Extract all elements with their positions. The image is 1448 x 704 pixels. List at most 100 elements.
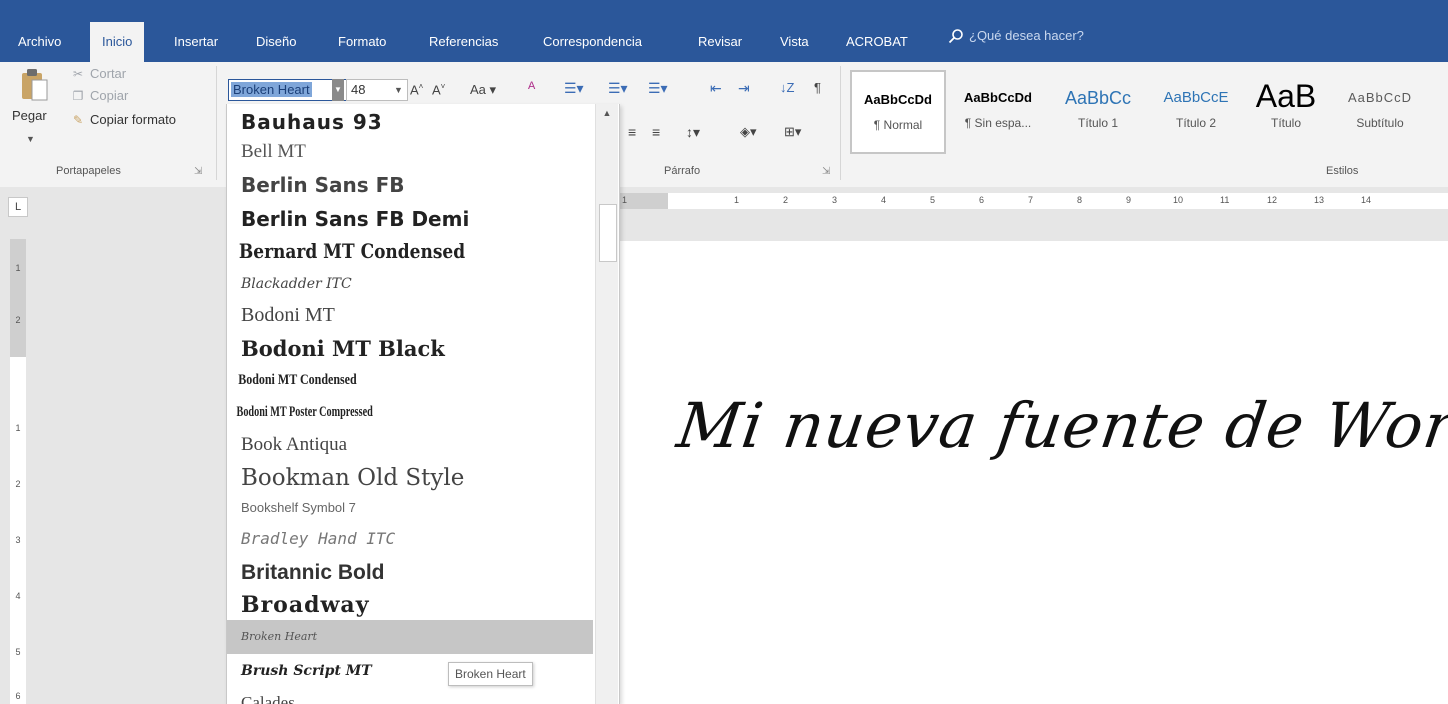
format-painter-button[interactable]: ✎ Copiar formato — [70, 112, 176, 127]
style-preview: AaBbCcE — [1163, 89, 1229, 106]
font-item[interactable]: Bernard MT Condensed — [227, 236, 538, 266]
font-item[interactable]: Bauhaus 93 — [227, 108, 593, 136]
chevron-down-icon[interactable]: ▼ — [26, 134, 35, 144]
group-separator — [840, 66, 841, 180]
borders-icon[interactable]: ⊞▾ — [784, 124, 801, 140]
clear-formatting-icon[interactable]: ᴬ — [528, 80, 535, 98]
style-preview: AaBbCcD — [1347, 90, 1413, 105]
font-name-dropdown-arrow[interactable]: ▼ — [332, 79, 344, 101]
align-center-icon[interactable]: ≡ — [628, 124, 636, 140]
font-item[interactable]: Bookshelf Symbol 7 — [227, 496, 593, 520]
ruler-tick: 1 — [15, 423, 21, 433]
font-name-combobox[interactable]: Broken Heart — [228, 79, 348, 101]
style-preview: AaBbCc — [1064, 88, 1132, 108]
sort-icon[interactable]: ↓Z — [780, 80, 794, 95]
paintbrush-icon: ✎ — [72, 113, 84, 127]
font-item[interactable]: Book Antiqua — [227, 430, 593, 460]
numbering-icon[interactable]: ☰▾ — [608, 80, 628, 97]
format-painter-label: Copiar formato — [90, 112, 176, 127]
font-name-value: Broken Heart — [231, 82, 312, 97]
font-item[interactable]: Bradley Hand ITC — [227, 524, 593, 554]
cut-label: Cortar — [90, 66, 127, 81]
tab-vista[interactable]: Vista — [780, 26, 809, 62]
font-item[interactable]: Broadway — [227, 590, 593, 620]
tab-referencias[interactable]: Referencias — [429, 26, 498, 62]
copy-label: Copiar — [90, 88, 129, 103]
style-name: Subtítulo — [1356, 116, 1404, 130]
font-item[interactable]: Berlin Sans FB Demi — [227, 204, 593, 234]
font-item[interactable]: Brush Script MT — [227, 656, 447, 686]
clipboard-group-label: Portapapeles — [56, 165, 121, 177]
ruler-tick: 2 — [783, 195, 789, 205]
font-item[interactable]: Blackadder ITC — [227, 270, 593, 298]
document-page[interactable]: Mi nueva fuente de Word — [618, 241, 1448, 704]
scissors-icon: ✂ — [72, 67, 84, 81]
cut-button[interactable]: ✂ Cortar — [70, 66, 126, 81]
pilcrow-icon[interactable]: ¶ — [814, 80, 821, 95]
increase-indent-icon[interactable]: ⇥ — [738, 80, 750, 97]
ruler-tick: 5 — [930, 195, 936, 205]
font-size-dropdown-arrow[interactable]: ▼ — [394, 79, 403, 101]
tab-acrobat[interactable]: ACROBAT — [846, 26, 908, 62]
document-text[interactable]: Mi nueva fuente de Word — [673, 389, 1448, 462]
font-item[interactable]: Berlin Sans FB — [227, 170, 593, 200]
tab-archivo[interactable]: Archivo — [18, 26, 61, 62]
font-item[interactable]: Bookman Old Style — [227, 462, 593, 494]
style-preview: AaBbCcDd — [864, 92, 932, 107]
font-item[interactable]: Bodoni MT Black — [227, 334, 593, 364]
ruler-tick: 5 — [15, 647, 21, 657]
font-item-highlighted[interactable]: Broken Heart — [227, 620, 593, 654]
search-placeholder: ¿Qué desea hacer? — [969, 28, 1084, 43]
style-preview: AaB — [1255, 78, 1317, 114]
style-subtitulo[interactable]: AaBbCcD Subtítulo — [1332, 70, 1428, 150]
document-area: Mi nueva fuente de Word — [618, 217, 1448, 704]
tab-correspondencia[interactable]: Correspondencia — [543, 26, 642, 62]
grow-font-icon[interactable]: A˄ — [410, 82, 423, 97]
scrollbar-thumb[interactable] — [599, 204, 617, 262]
font-item[interactable]: Bell MT — [227, 138, 593, 166]
tab-revisar[interactable]: Revisar — [698, 26, 742, 62]
font-size-value: 48 — [351, 82, 366, 97]
shading-icon[interactable]: ◈▾ — [740, 124, 757, 140]
tab-selector[interactable]: L — [8, 197, 28, 217]
font-list-scrollbar[interactable]: ▲ — [595, 104, 618, 704]
style-sin-espaciado[interactable]: AaBbCcDd ¶ Sin espa... — [950, 70, 1046, 150]
styles-gallery: AaBbCcDd ¶ Normal AaBbCcDd ¶ Sin espa...… — [846, 70, 1448, 154]
style-titulo-1[interactable]: AaBbCc Título 1 — [1052, 70, 1144, 150]
ruler-tick: 10 — [1173, 195, 1184, 205]
multilevel-list-icon[interactable]: ☰▾ — [648, 80, 668, 97]
shrink-font-icon[interactable]: A˅ — [432, 82, 445, 97]
font-item[interactable]: Calades — [227, 690, 593, 704]
font-item[interactable]: Bodoni MT Poster Compressed — [227, 398, 476, 426]
ruler-tick: 3 — [832, 195, 838, 205]
font-item[interactable]: Bodoni MT Condensed — [227, 366, 520, 394]
ruler-tick: 14 — [1361, 195, 1372, 205]
ruler-tick: 9 — [1126, 195, 1132, 205]
decrease-indent-icon[interactable]: ⇤ — [710, 80, 722, 97]
style-titulo-2[interactable]: AaBbCcE Título 2 — [1152, 70, 1240, 150]
dialog-launcher-icon[interactable]: ⇲ — [822, 166, 830, 177]
vertical-ruler[interactable]: 1 2 1 2 3 4 5 6 — [10, 239, 26, 704]
scroll-up-arrow-icon[interactable]: ▲ — [596, 108, 618, 118]
ruler-tick: 13 — [1314, 195, 1325, 205]
tab-insertar[interactable]: Insertar — [174, 26, 218, 62]
font-item[interactable]: Bodoni MT — [227, 300, 593, 330]
tab-inicio[interactable]: Inicio — [90, 22, 145, 62]
line-spacing-icon[interactable]: ↕▾ — [686, 124, 700, 141]
ruler-tick: 2 — [15, 315, 21, 325]
font-item[interactable]: Britannic Bold — [227, 558, 593, 588]
paste-label: Pegar — [12, 108, 47, 123]
paste-button[interactable]: Pegar ▼ — [12, 66, 58, 154]
copy-button[interactable]: ❐ Copiar — [70, 88, 129, 103]
change-case-icon[interactable]: Aa ▾ — [470, 82, 496, 98]
align-justify-icon[interactable]: ≡ — [652, 124, 660, 140]
horizontal-ruler[interactable]: 1 1 2 3 4 5 6 7 8 9 10 11 12 13 14 — [618, 187, 1448, 217]
style-normal[interactable]: AaBbCcDd ¶ Normal — [850, 70, 946, 154]
dialog-launcher-icon[interactable]: ⇲ — [194, 166, 202, 177]
tell-me-search[interactable]: ¿Qué desea hacer? — [948, 28, 1084, 44]
ruler-tick: 8 — [1077, 195, 1083, 205]
bullets-icon[interactable]: ☰▾ — [564, 80, 584, 97]
style-titulo[interactable]: AaB Título — [1244, 70, 1328, 150]
tab-formato[interactable]: Formato — [338, 26, 386, 62]
tab-diseno[interactable]: Diseño — [256, 26, 296, 62]
